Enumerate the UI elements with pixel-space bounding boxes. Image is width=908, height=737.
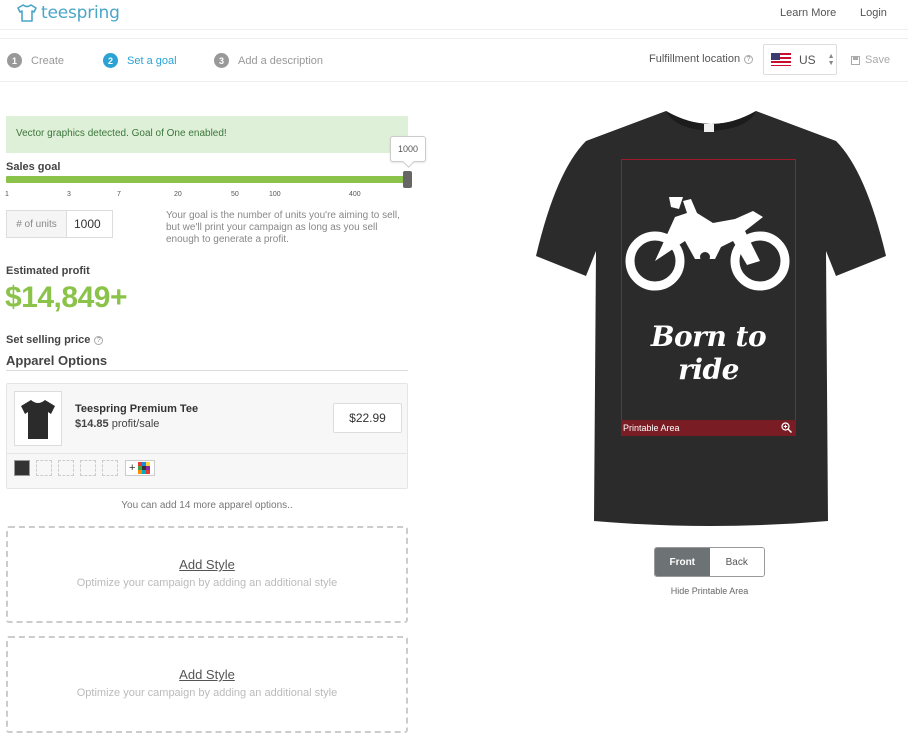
- zoom-in-icon[interactable]: [781, 422, 792, 433]
- plus-icon: +: [129, 462, 136, 474]
- back-view-button[interactable]: Back: [709, 548, 764, 576]
- learn-more-link[interactable]: Learn More: [780, 7, 836, 19]
- teespring-logo[interactable]: teespring: [16, 3, 120, 23]
- add-style-box[interactable]: Add Style Optimize your campaign by addi…: [6, 526, 408, 623]
- step-number: 2: [103, 53, 118, 68]
- apparel-thumbnail[interactable]: [14, 391, 62, 446]
- color-palette-icon: [138, 462, 151, 474]
- printable-area-label: Printable Area: [621, 420, 796, 436]
- units-field: # of units: [6, 210, 113, 238]
- fulfillment-location-label: Fulfillment location ?: [649, 53, 754, 65]
- save-button[interactable]: Save: [851, 54, 890, 66]
- country-value: US: [799, 52, 816, 67]
- tshirt-thumbnail-icon: [21, 399, 55, 439]
- apparel-option-card: Teespring Premium Tee $14.85 profit/sale…: [6, 383, 408, 489]
- printable-area: [621, 159, 796, 436]
- add-style-link[interactable]: Add Style: [8, 667, 406, 682]
- color-swatch-empty[interactable]: [102, 460, 118, 476]
- fulfillment-label-text: Fulfillment location: [649, 53, 741, 65]
- units-label: # of units: [7, 211, 67, 237]
- top-navbar: teespring Learn More Login: [0, 0, 908, 30]
- slider-tick: 7: [117, 191, 121, 198]
- divider: [6, 370, 408, 371]
- step-label: Add a description: [238, 54, 323, 67]
- step-number: 3: [214, 53, 229, 68]
- country-select[interactable]: US ▲ ▼: [763, 44, 837, 75]
- set-selling-price-label: Set selling price ?: [6, 334, 104, 346]
- step-label: Create: [31, 54, 65, 67]
- apparel-name: Teespring Premium Tee: [75, 403, 199, 415]
- help-icon[interactable]: ?: [744, 54, 754, 64]
- slider-tick: 100: [269, 191, 281, 198]
- color-swatch-black[interactable]: [14, 460, 30, 476]
- step-set-a-goal[interactable]: 2 Set a goal: [103, 53, 177, 68]
- slider-handle[interactable]: [403, 171, 412, 188]
- add-style-subtitle: Optimize your campaign by adding an addi…: [76, 687, 338, 699]
- step-number: 1: [7, 53, 22, 68]
- add-color-button[interactable]: +: [125, 460, 155, 476]
- color-swatch-empty[interactable]: [36, 460, 52, 476]
- add-style-link[interactable]: Add Style: [8, 557, 406, 572]
- slider-value-tooltip: 1000: [390, 136, 426, 162]
- us-flag-icon: [771, 53, 791, 66]
- apparel-profit: $14.85 profit/sale: [75, 418, 159, 430]
- apparel-options-title: Apparel Options: [6, 353, 108, 368]
- selling-price-text: Set selling price: [6, 334, 91, 346]
- steps-bar: 1 Create 2 Set a goal 3 Add a descriptio…: [0, 38, 908, 82]
- brand-name: teespring: [41, 3, 120, 23]
- select-arrows-icon: ▲ ▼: [827, 52, 835, 67]
- profit-suffix: profit/sale: [108, 418, 160, 430]
- slider-tick: 20: [174, 191, 182, 198]
- floppy-disk-icon: [851, 55, 860, 65]
- view-toggle: Front Back: [654, 547, 765, 577]
- price-input[interactable]: $22.99: [333, 403, 402, 433]
- login-link[interactable]: Login: [860, 7, 887, 19]
- more-options-text: You can add 14 more apparel options..: [121, 500, 293, 511]
- save-label: Save: [865, 54, 891, 66]
- step-add-description[interactable]: 3 Add a description: [214, 53, 323, 68]
- tshirt-logo-icon: [17, 4, 37, 22]
- vector-alert: Vector graphics detected. Goal of One en…: [6, 116, 408, 153]
- step-create[interactable]: 1 Create: [7, 53, 64, 68]
- front-view-button[interactable]: Front: [655, 548, 710, 576]
- help-icon[interactable]: ?: [94, 335, 104, 345]
- estimated-profit-value: $14,849+: [5, 281, 127, 314]
- slider-tick: 50: [231, 191, 239, 198]
- units-input[interactable]: [67, 211, 112, 237]
- add-style-subtitle: Optimize your campaign by adding an addi…: [76, 577, 338, 589]
- color-swatch-empty[interactable]: [58, 460, 74, 476]
- slider-tick: 1: [5, 191, 9, 198]
- estimated-profit-label: Estimated profit: [6, 265, 90, 277]
- design-text: Born to ride: [650, 320, 767, 386]
- goal-help-text: Your goal is the number of units you're …: [166, 210, 400, 245]
- profit-amount: $14.85: [75, 418, 109, 430]
- step-label: Set a goal: [127, 54, 177, 67]
- add-style-box[interactable]: Add Style Optimize your campaign by addi…: [6, 636, 408, 733]
- hide-printable-area-link[interactable]: Hide Printable Area: [654, 586, 765, 596]
- sales-goal-label: Sales goal: [6, 161, 61, 173]
- divider: [7, 453, 407, 454]
- color-swatch-empty[interactable]: [80, 460, 96, 476]
- sales-goal-slider[interactable]: [6, 176, 408, 183]
- slider-tick: 400: [349, 191, 361, 198]
- slider-tick: 3: [67, 191, 71, 198]
